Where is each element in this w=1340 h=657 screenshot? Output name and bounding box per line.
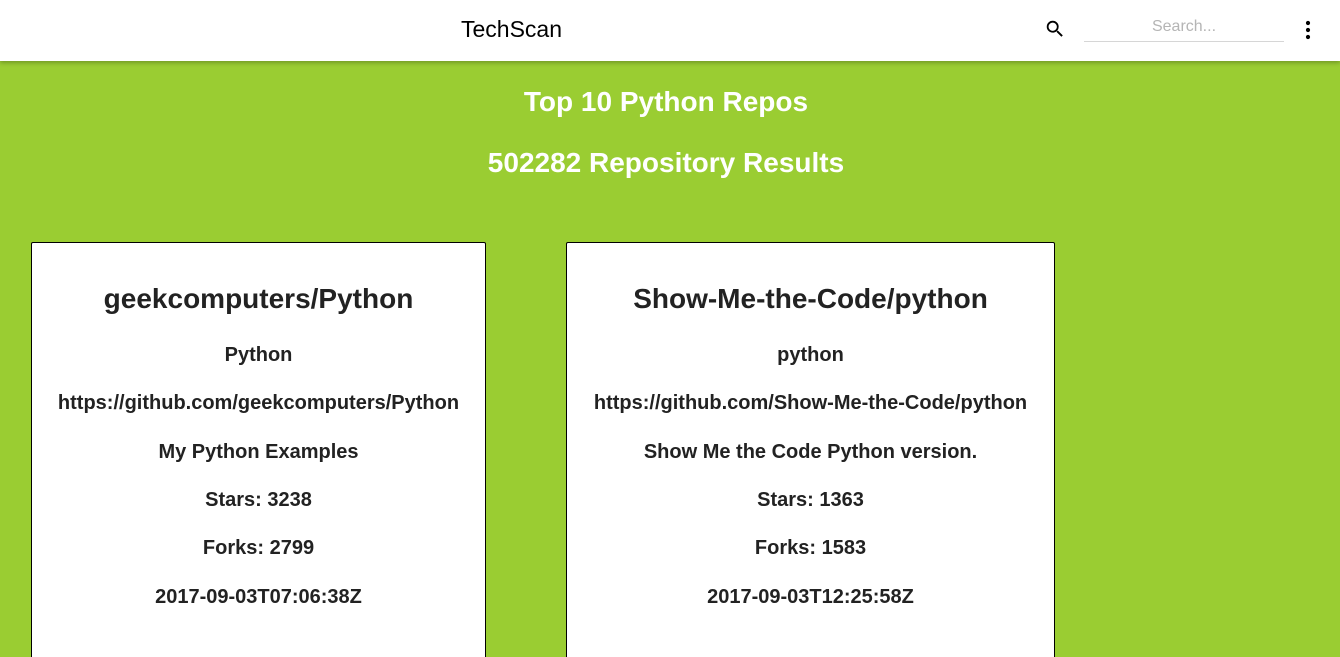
repo-card: Show-Me-the-Code/python python https://g… — [566, 242, 1055, 657]
results-count: 502282 Repository Results — [487, 147, 845, 178]
repo-url-link[interactable]: https://github.com/geekcomputers/Python — [58, 392, 459, 414]
repo-url-link[interactable]: https://github.com/Show-Me-the-Code/pyth… — [594, 392, 1027, 414]
more-vert-icon[interactable] — [1298, 19, 1318, 41]
repo-name: geekcomputers/Python — [103, 283, 414, 314]
search-input[interactable] — [1084, 13, 1284, 42]
page-title: Top 10 Python Repos — [523, 86, 809, 117]
app-title[interactable]: TechScan — [461, 16, 562, 43]
repo-name: Show-Me-the-Code/python — [633, 283, 988, 314]
repo-card: geekcomputers/Python Python https://gith… — [31, 242, 486, 657]
app-bar: TechScan — [0, 0, 1340, 61]
repo-forks: Forks: 2799 — [202, 537, 315, 559]
repo-url[interactable]: https://github.com/Show-Me-the-Code/pyth… — [567, 392, 1054, 415]
repo-forks: Forks: 1583 — [754, 537, 867, 559]
repo-stars: Stars: 3238 — [205, 489, 312, 511]
repo-description: My Python Examples — [158, 441, 359, 463]
repo-description: Show Me the Code Python version. — [643, 441, 978, 463]
repo-language: python — [777, 344, 844, 366]
repo-url[interactable]: https://github.com/geekcomputers/Python — [32, 392, 485, 415]
repo-stars: Stars: 1363 — [757, 489, 864, 511]
repo-language: Python — [224, 344, 293, 366]
search-icon[interactable] — [1044, 18, 1066, 40]
repo-date: 2017-09-03T12:25:58Z — [707, 586, 914, 608]
repo-date: 2017-09-03T07:06:38Z — [155, 586, 362, 608]
